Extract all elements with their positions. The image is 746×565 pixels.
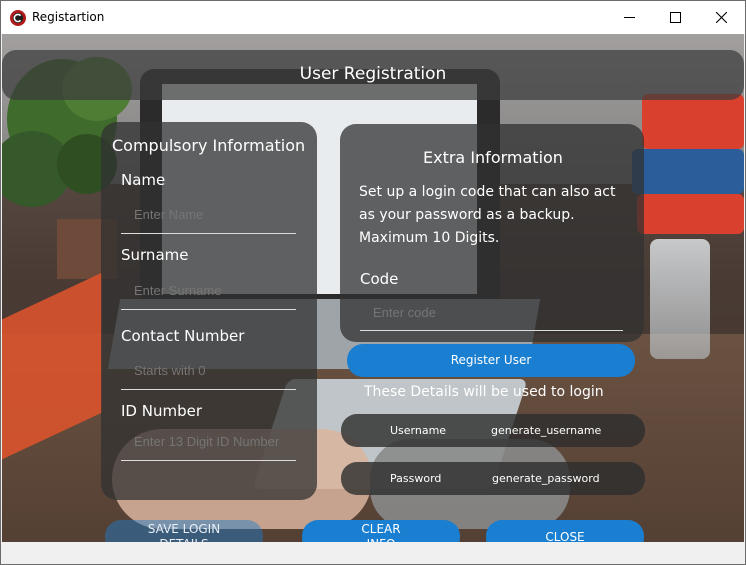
register-user-button[interactable]: Register User [347,344,635,377]
save-login-line: SAVE LOGIN [147,522,221,536]
maximize-icon [669,12,681,23]
name-input[interactable] [132,206,306,223]
close-icon [715,12,727,23]
surname-label: Surname [121,246,189,264]
password-label: Password [390,472,442,485]
code-input[interactable] [371,304,615,321]
maximize-button[interactable] [652,1,698,34]
id-number-label: ID Number [121,402,202,420]
form-content: User Registration Compulsory Information… [2,34,744,564]
description-line: as your password as a backup. [359,207,575,223]
code-label: Code [360,270,399,288]
bottom-strip [2,542,744,564]
minimize-icon [623,17,635,18]
description-line: Maximum 10 Digits. [359,230,500,246]
glass-image [650,239,710,359]
close-window-button[interactable] [698,1,744,34]
name-label: Name [121,171,166,189]
id-number-input[interactable] [132,433,306,450]
login-info-text: These Details will be used to login [364,384,604,400]
clear-info-line: CLEAR [361,522,401,536]
registration-window: Registartion User Registration Compulsor… [0,0,746,565]
id-number-underline [121,460,296,461]
username-label: Username [390,424,447,437]
app-logo-icon [10,10,26,26]
contact-number-input[interactable] [132,362,306,379]
surname-underline [121,309,296,310]
password-value: generate_password [492,472,600,485]
minimize-button[interactable] [606,1,652,34]
username-row: Username generate_username [341,414,645,447]
window-title: Registartion [32,10,105,24]
password-row: Password generate_password [341,462,645,495]
extra-info-description: Set up a login code that can also act as… [359,181,639,250]
title-bar[interactable]: Registartion [1,1,745,34]
name-underline [121,233,296,234]
surname-input[interactable] [132,282,306,299]
contact-number-underline [121,389,296,390]
page-title: User Registration [299,64,447,84]
username-value: generate_username [491,424,602,437]
contact-number-label: Contact Number [121,327,245,345]
compulsory-title: Compulsory Information [112,136,306,155]
extra-info-title: Extra Information [423,148,563,167]
code-underline [360,330,623,331]
description-line: Set up a login code that can also act [359,184,616,200]
